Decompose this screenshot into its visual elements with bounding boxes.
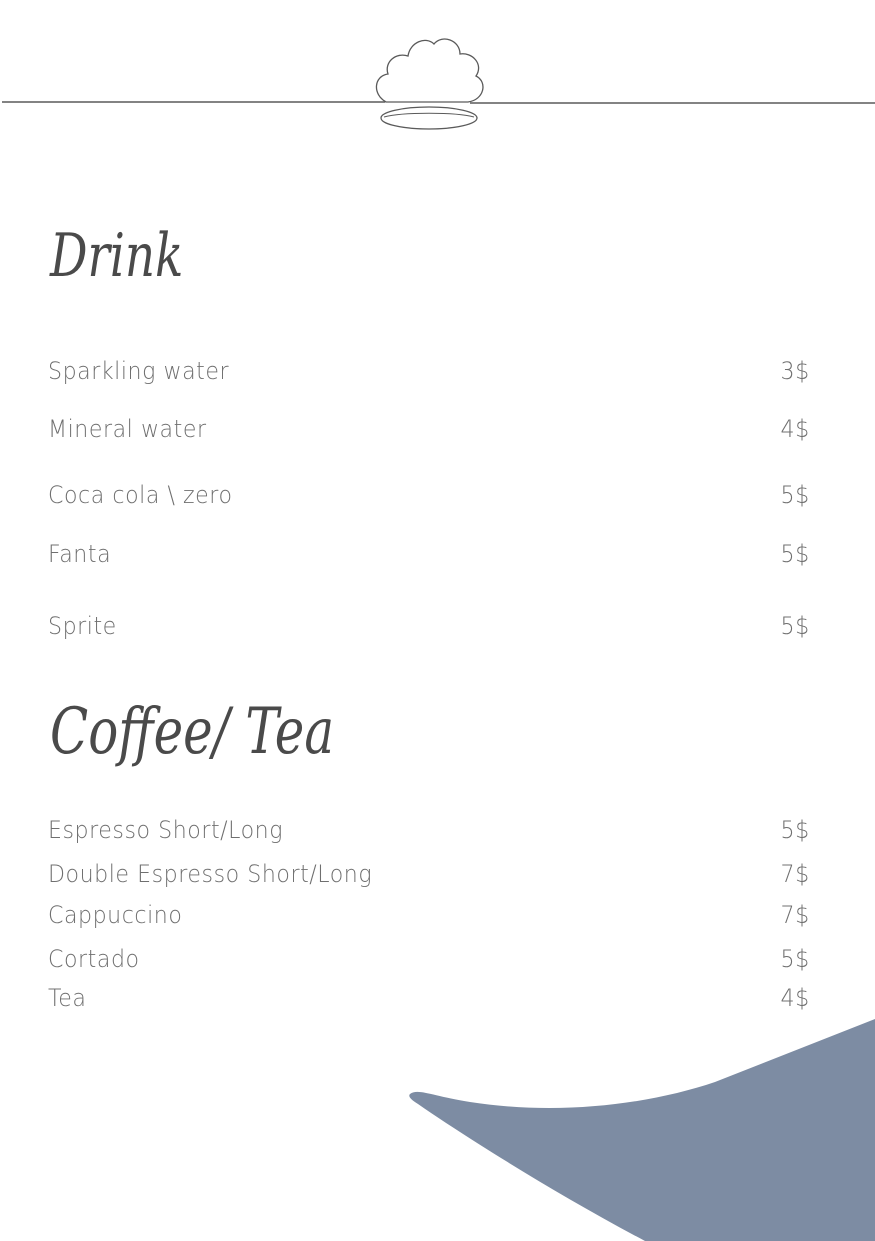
decorative-wave-shape <box>409 1019 875 1241</box>
